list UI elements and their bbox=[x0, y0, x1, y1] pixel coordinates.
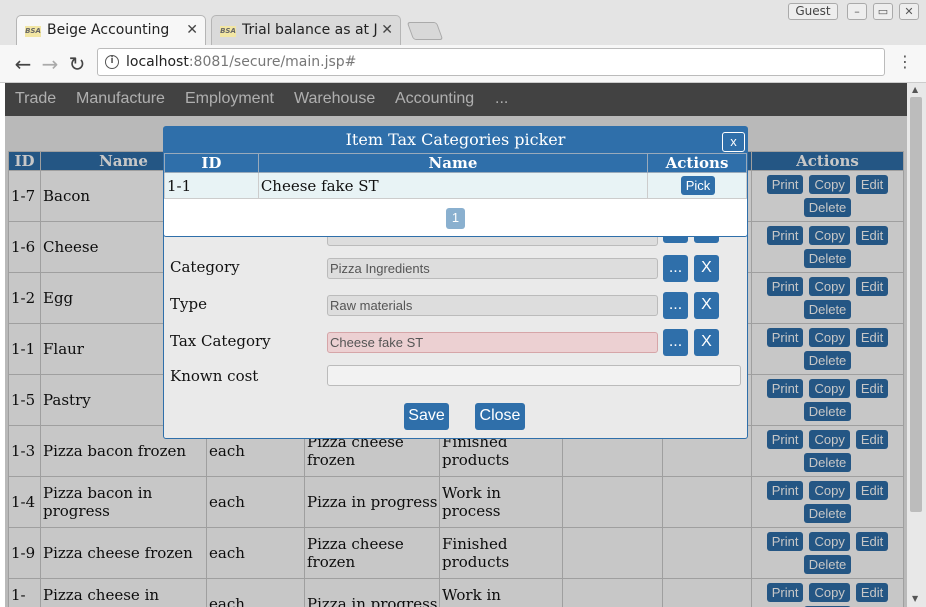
forward-arrow-icon[interactable]: → bbox=[39, 52, 61, 76]
tax-category-field[interactable]: Cheese fake ST bbox=[327, 332, 658, 353]
browser-menu-icon[interactable]: ⋮ bbox=[897, 52, 913, 71]
bsa-favicon-icon: BSA bbox=[25, 26, 41, 37]
picker-col-name: Name bbox=[257, 153, 649, 173]
bsa-favicon-icon: BSA bbox=[220, 26, 236, 37]
category-label: Category bbox=[170, 258, 240, 276]
category-field[interactable]: Pizza Ingredients bbox=[327, 258, 658, 279]
picker-col-id: ID bbox=[164, 153, 259, 173]
type-label: Type bbox=[170, 295, 207, 313]
item-edit-dialog: Category Pizza Ingredients ... X Type Ra… bbox=[163, 220, 748, 439]
tab-trial-balance[interactable]: BSA Trial balance as at Ja ✕ bbox=[211, 15, 401, 45]
type-field[interactable]: Raw materials bbox=[327, 295, 658, 316]
tax-category-label: Tax Category bbox=[170, 332, 271, 350]
pick-button[interactable]: Pick bbox=[680, 176, 716, 195]
back-arrow-icon[interactable]: ← bbox=[12, 52, 34, 76]
tax-categories-picker: Item Tax Categories picker x ID Name Act… bbox=[163, 126, 748, 237]
url-path: :8081/secure/main.jsp# bbox=[188, 54, 357, 70]
new-tab-button[interactable] bbox=[406, 22, 444, 40]
browser-chrome: BSA Beige Accounting ✕ BSA Trial balance… bbox=[0, 0, 926, 83]
page-scrollbar[interactable]: ▲ ▼ bbox=[907, 83, 926, 607]
minimize-icon[interactable]: – bbox=[847, 3, 867, 20]
picker-col-actions: Actions bbox=[647, 153, 747, 173]
tab-title: Trial balance as at Ja bbox=[242, 22, 377, 38]
picker-table: ID Name Actions 1-1 Cheese fake ST Pick bbox=[164, 153, 747, 199]
scrollbar-thumb[interactable] bbox=[910, 97, 922, 512]
info-icon[interactable]: i bbox=[105, 55, 119, 69]
known-cost-input[interactable] bbox=[327, 365, 741, 386]
maximize-icon[interactable]: ▭ bbox=[873, 3, 893, 20]
address-bar[interactable]: i localhost:8081/secure/main.jsp# bbox=[97, 48, 885, 76]
scroll-down-icon[interactable]: ▼ bbox=[912, 594, 918, 603]
scroll-up-icon[interactable]: ▲ bbox=[912, 85, 918, 94]
url-host: localhost bbox=[126, 54, 189, 70]
tab-title: Beige Accounting bbox=[47, 22, 170, 38]
reload-icon[interactable]: ↻ bbox=[66, 52, 88, 76]
close-tab-icon[interactable]: ✕ bbox=[186, 22, 198, 38]
tax-category-clear-button[interactable]: X bbox=[694, 329, 719, 356]
category-clear-button[interactable]: X bbox=[694, 255, 719, 282]
window-close-icon[interactable]: ✕ bbox=[899, 3, 919, 20]
picker-title: Item Tax Categories picker bbox=[164, 127, 747, 153]
type-clear-button[interactable]: X bbox=[694, 292, 719, 319]
picker-row: 1-1 Cheese fake ST Pick bbox=[164, 172, 747, 199]
close-tab-icon[interactable]: ✕ bbox=[381, 22, 393, 38]
tax-category-pick-button[interactable]: ... bbox=[663, 329, 688, 356]
type-pick-button[interactable]: ... bbox=[663, 292, 688, 319]
profile-button[interactable]: Guest bbox=[788, 3, 838, 20]
picker-page-1[interactable]: 1 bbox=[446, 208, 465, 229]
picker-close-button[interactable]: x bbox=[722, 132, 745, 152]
picker-row-name: Cheese fake ST bbox=[257, 172, 649, 199]
category-pick-button[interactable]: ... bbox=[663, 255, 688, 282]
save-button[interactable]: Save bbox=[404, 403, 449, 430]
known-cost-label: Known cost bbox=[170, 367, 259, 385]
picker-row-id: 1-1 bbox=[164, 172, 259, 199]
tab-beige-accounting[interactable]: BSA Beige Accounting ✕ bbox=[16, 15, 206, 45]
close-button[interactable]: Close bbox=[475, 403, 525, 430]
